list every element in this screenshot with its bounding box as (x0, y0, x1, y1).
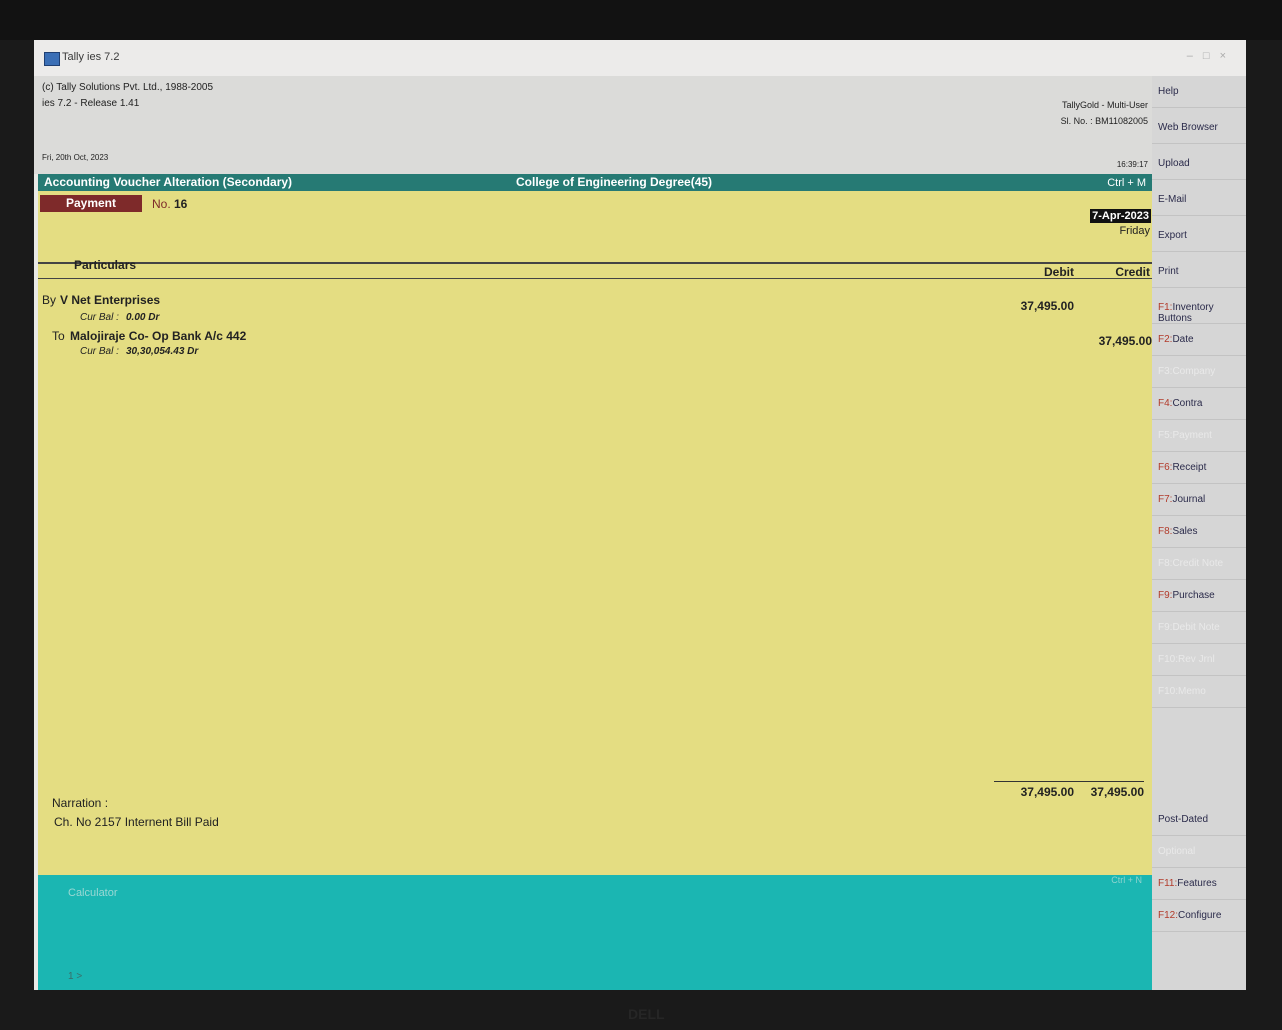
button-bar: Help Web Browser Upload E-Mail Export Pr… (1152, 76, 1246, 990)
print-button[interactable]: Print (1152, 256, 1246, 288)
credit-header: Credit (1115, 265, 1150, 279)
cur-bal-value: 0.00 Dr (126, 312, 160, 323)
optional-button[interactable]: Optional (1152, 836, 1246, 868)
column-divider (38, 278, 1152, 279)
cur-bal-value: 30,30,054.43 Dr (126, 346, 199, 357)
company-name: College of Engineering Degree(45) (516, 175, 713, 189)
inventory-buttons-button[interactable]: F1:Inventory Buttons (1152, 292, 1246, 324)
help-button[interactable]: Help (1152, 76, 1246, 108)
credit-amount[interactable]: 37,495.00 (1062, 334, 1152, 348)
close-icon[interactable]: × (1220, 50, 1236, 62)
window-controls[interactable]: –□× (1187, 50, 1236, 62)
purchase-button[interactable]: F9:Purchase (1152, 580, 1246, 612)
ledger-name[interactable]: Malojiraje Co- Op Bank A/c 442 (70, 329, 246, 343)
narration-field[interactable]: Ch. No 2157 Internent Bill Paid (54, 815, 219, 829)
payment-button[interactable]: F5:Payment (1152, 420, 1246, 452)
current-date: Fri, 20th Oct, 2023 (42, 153, 109, 162)
release-version: ies 7.2 - Release 1.41 (42, 98, 140, 109)
journal-button[interactable]: F7:Journal (1152, 484, 1246, 516)
window-title: Tally ies 7.2 (62, 51, 120, 63)
window-titlebar: Tally ies 7.2 –□× (34, 40, 1246, 76)
credit-total: 37,495.00 (1090, 785, 1144, 799)
tally-app-icon (44, 52, 60, 66)
post-dated-button[interactable]: Post-Dated (1152, 804, 1246, 836)
particulars-header: Particulars (74, 258, 137, 272)
company-button[interactable]: F3:Company (1152, 356, 1246, 388)
calculator-panel[interactable]: Calculator Ctrl + N 1 > (38, 875, 1152, 990)
serial-number: Sl. No. : BM11082005 (1060, 116, 1148, 126)
configure-button[interactable]: F12:Configure (1152, 900, 1246, 932)
narration-label: Narration : (52, 796, 109, 810)
calculator-shortcut: Ctrl + N (1111, 875, 1142, 885)
close-shortcut[interactable]: Ctrl + M (1107, 177, 1146, 189)
minimize-icon[interactable]: – (1187, 50, 1203, 62)
clock: 16:39:17 (1116, 160, 1148, 169)
debit-note-button[interactable]: F9:Debit Note (1152, 612, 1246, 644)
sales-button[interactable]: F8:Sales (1152, 516, 1246, 548)
voucher-title-bar: Accounting Voucher Alteration (Secondary… (38, 174, 1152, 191)
contra-button[interactable]: F4:Contra (1152, 388, 1246, 420)
rev-jrnl-button[interactable]: F10:Rev Jrnl (1152, 644, 1246, 676)
debit-header: Debit (1044, 265, 1074, 279)
upload-button[interactable]: Upload (1152, 148, 1246, 180)
cur-bal-label: Cur Bal : (80, 346, 119, 357)
copyright: (c) Tally Solutions Pvt. Ltd., 1988-2005 (42, 82, 214, 93)
voucher-no-label: No. (152, 197, 171, 211)
entry-prefix: By (42, 293, 57, 307)
debit-amount[interactable]: 37,495.00 (984, 299, 1074, 313)
receipt-button[interactable]: F6:Receipt (1152, 452, 1246, 484)
monitor-bezel (0, 0, 1282, 40)
memo-button[interactable]: F10:Memo (1152, 676, 1246, 708)
info-panel: (c) Tally Solutions Pvt. Ltd., 1988-2005… (34, 76, 1152, 174)
screen-title: Accounting Voucher Alteration (Secondary… (44, 175, 293, 189)
web-browser-button[interactable]: Web Browser (1152, 112, 1246, 144)
credit-note-button[interactable]: F8:Credit Note (1152, 548, 1246, 580)
calculator-label: Calculator (68, 887, 118, 899)
voucher-day: Friday (1119, 225, 1150, 237)
calculator-input[interactable]: 1 > (68, 971, 82, 982)
license-edition: TallyGold - Multi-User (1061, 100, 1148, 110)
ledger-name[interactable]: V Net Enterprises (60, 293, 160, 307)
email-button[interactable]: E-Mail (1152, 184, 1246, 216)
monitor-logo: DELL (628, 1006, 665, 1022)
entry-prefix: To (52, 329, 65, 343)
voucher-date[interactable]: 7-Apr-2023 (1090, 209, 1151, 223)
totals-rule (994, 781, 1144, 782)
date-button[interactable]: F2:Date (1152, 324, 1246, 356)
tally-screen: Tally ies 7.2 –□× (c) Tally Solutions Pv… (34, 40, 1246, 990)
maximize-icon[interactable]: □ (1203, 50, 1220, 62)
voucher-number[interactable]: 16 (174, 197, 187, 211)
header-divider (38, 262, 1152, 264)
voucher-entry-area: Payment No. 16 7-Apr-2023 Friday Particu… (38, 191, 1152, 875)
features-button[interactable]: F11:Features (1152, 868, 1246, 900)
voucher-type-badge[interactable]: Payment (40, 195, 142, 212)
export-button[interactable]: Export (1152, 220, 1246, 252)
cur-bal-label: Cur Bal : (80, 312, 119, 323)
